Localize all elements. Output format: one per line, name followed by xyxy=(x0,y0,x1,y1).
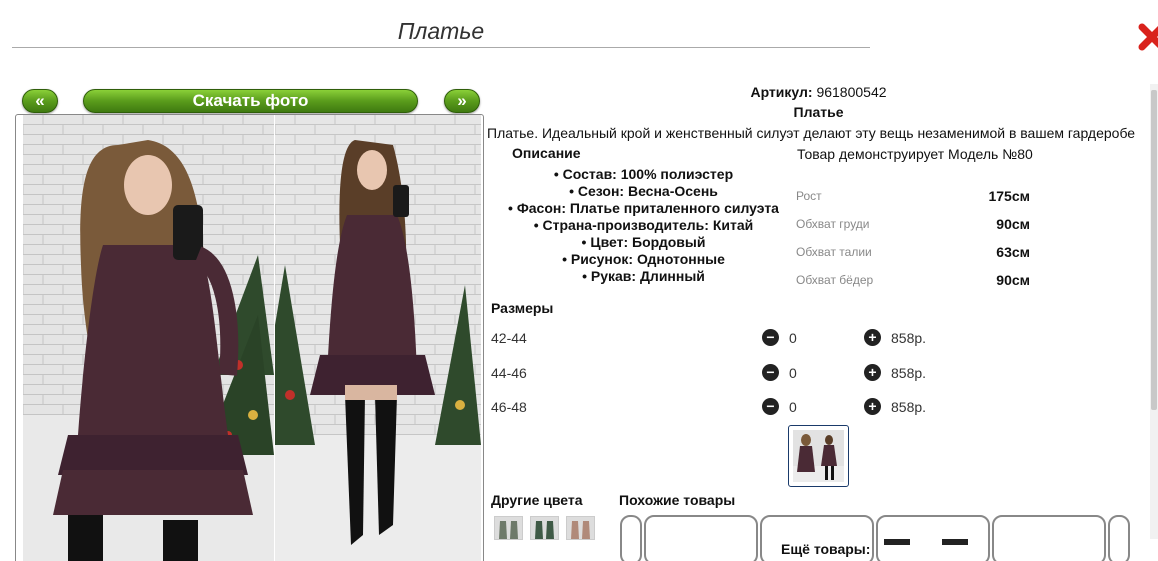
feature-item: Фасон: Платье приталенного силуэта xyxy=(502,200,785,217)
measurement-value: 90см xyxy=(996,216,1030,232)
plus-circle-icon[interactable]: + xyxy=(864,364,881,381)
product-description: Платье. Идеальный крой и женственный сил… xyxy=(487,125,1136,141)
selected-photo-thumbnail[interactable] xyxy=(788,425,849,487)
article-label: Артикул: xyxy=(750,84,813,100)
gallery-prev-button[interactable]: « xyxy=(22,89,58,113)
size-row: 46-48 − 0 + 858р. xyxy=(491,396,951,418)
plus-circle-icon[interactable]: + xyxy=(864,329,881,346)
other-colors-heading: Другие цвета xyxy=(491,492,583,508)
feature-item: Сезон: Весна-Осень xyxy=(502,183,785,200)
feature-list: Состав: 100% полиэстер Сезон: Весна-Осен… xyxy=(502,166,785,285)
plus-circle-icon[interactable]: + xyxy=(864,398,881,415)
feature-item: Состав: 100% полиэстер xyxy=(502,166,785,183)
article-value: 961800542 xyxy=(816,84,887,100)
measurement-value: 90см xyxy=(996,272,1030,288)
download-photo-button[interactable]: Скачать фото xyxy=(83,89,418,113)
product-photo-main[interactable] xyxy=(23,115,274,561)
similar-product-card[interactable] xyxy=(876,515,990,561)
product-popup: Платье « Скачать фото » Артикул: 9618005… xyxy=(0,0,1158,561)
size-label: 42-44 xyxy=(491,330,527,346)
sizes-heading: Размеры xyxy=(491,300,554,316)
model-heading: Товар демонструирует Модель №80 xyxy=(797,146,1033,162)
article-line: Артикул: 961800542 xyxy=(487,84,1150,100)
feature-item: Цвет: Бордовый xyxy=(502,234,785,251)
measurement-label: Обхват талии xyxy=(796,245,872,259)
close-x-icon xyxy=(1138,23,1158,51)
measurement-value: 63см xyxy=(996,244,1030,260)
title-divider xyxy=(12,47,870,48)
scrollbar-thumb[interactable] xyxy=(1151,90,1157,410)
size-price: 858р. xyxy=(891,365,927,381)
size-price: 858р. xyxy=(891,399,927,415)
close-button[interactable] xyxy=(1137,22,1158,52)
size-row: 44-46 − 0 + 858р. xyxy=(491,362,951,384)
size-price: 858р. xyxy=(891,330,927,346)
minus-circle-icon[interactable]: − xyxy=(762,398,779,415)
color-variant-thumbnail[interactable] xyxy=(566,516,595,540)
feature-item: Рукав: Длинный xyxy=(502,268,785,285)
product-name: Платье xyxy=(793,104,844,120)
minus-circle-icon[interactable]: − xyxy=(762,364,779,381)
color-variant-thumbnail[interactable] xyxy=(530,516,559,540)
gallery-next-button[interactable]: » xyxy=(444,89,480,113)
description-heading: Описание xyxy=(512,145,581,161)
quantity-value: 0 xyxy=(789,399,797,415)
quantity-value: 0 xyxy=(789,330,797,346)
page-title: Платье xyxy=(397,18,485,44)
quantity-value: 0 xyxy=(789,365,797,381)
measurement-label: Обхват груди xyxy=(796,217,870,231)
more-products-label: Ещё товары: xyxy=(781,541,871,557)
minus-circle-icon[interactable]: − xyxy=(762,329,779,346)
similar-products-heading: Похожие товары xyxy=(619,492,736,508)
size-label: 46-48 xyxy=(491,399,527,415)
similar-prev-card[interactable] xyxy=(620,515,642,561)
size-row: 42-44 − 0 + 858р. xyxy=(491,327,951,349)
similar-product-card[interactable] xyxy=(992,515,1106,561)
product-photo-secondary[interactable] xyxy=(275,115,481,561)
measurement-value: 175см xyxy=(988,188,1030,204)
size-label: 44-46 xyxy=(491,365,527,381)
color-variant-thumbnail[interactable] xyxy=(494,516,523,540)
similar-product-card[interactable] xyxy=(644,515,758,561)
feature-item: Рисунок: Однотонные xyxy=(502,251,785,268)
measurement-label: Рост xyxy=(796,189,822,203)
feature-item: Страна-производитель: Китай xyxy=(502,217,785,234)
similar-next-card[interactable] xyxy=(1108,515,1130,561)
measurement-label: Обхват бёдер xyxy=(796,273,874,287)
